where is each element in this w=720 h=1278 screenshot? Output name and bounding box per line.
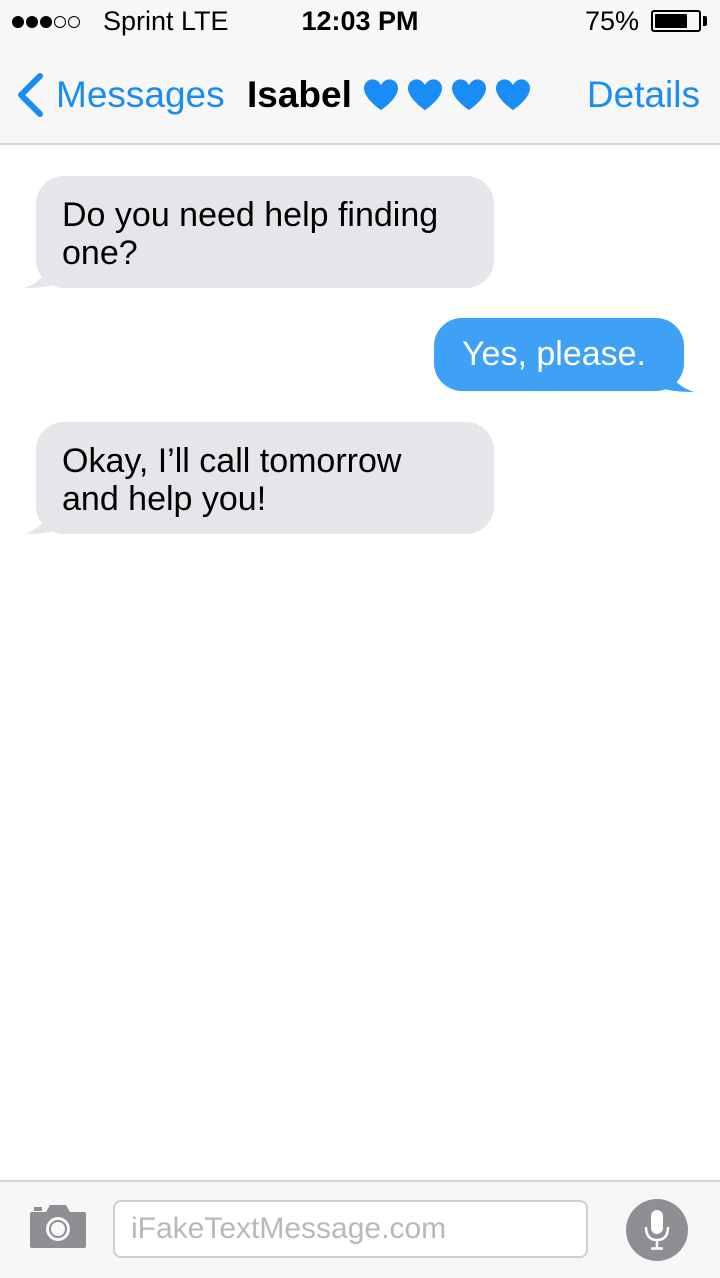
message-text: one? bbox=[62, 234, 138, 272]
message-bubble-received[interactable]: Okay, I’ll call tomorrow and help you! bbox=[36, 422, 494, 534]
blue-heart-icon bbox=[451, 79, 486, 111]
message-text: Do you need help finding bbox=[62, 196, 439, 234]
details-button[interactable]: Details bbox=[587, 70, 700, 120]
microphone-icon bbox=[644, 1210, 670, 1250]
battery-percent: 75% bbox=[585, 6, 640, 36]
message-bubble-sent[interactable]: Yes, please. bbox=[434, 318, 684, 391]
message-input[interactable] bbox=[113, 1200, 588, 1258]
nav-bar: Messages Isabel Details bbox=[0, 46, 720, 145]
battery-level-fill bbox=[655, 14, 687, 28]
input-bar bbox=[0, 1180, 720, 1278]
battery-cap bbox=[703, 16, 707, 26]
contact-title[interactable]: Isabel bbox=[247, 70, 538, 120]
back-label: Messages bbox=[56, 74, 225, 115]
message-text: Okay, I’ll call tomorrow bbox=[62, 442, 402, 480]
status-bar: Sprint LTE 12:03 PM 75% bbox=[0, 0, 720, 46]
message-bubble-received[interactable]: Do you need help finding one? bbox=[36, 176, 494, 288]
message-text: Yes, please. bbox=[462, 335, 646, 373]
chevron-left-icon bbox=[18, 73, 43, 117]
blue-heart-icon bbox=[407, 79, 442, 111]
microphone-button[interactable] bbox=[626, 1199, 688, 1261]
camera-icon bbox=[30, 1205, 86, 1248]
blue-heart-icon bbox=[495, 79, 530, 111]
battery-icon bbox=[651, 10, 701, 32]
blue-heart-icon bbox=[363, 79, 398, 111]
camera-button[interactable] bbox=[28, 1202, 88, 1250]
contact-name: Isabel bbox=[247, 74, 352, 115]
message-text: and help you! bbox=[62, 480, 267, 518]
back-button[interactable]: Messages bbox=[16, 70, 225, 120]
